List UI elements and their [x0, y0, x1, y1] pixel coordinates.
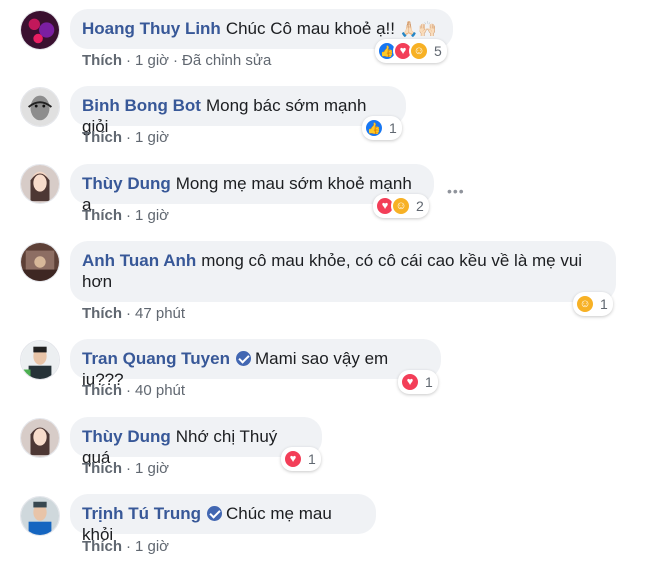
reaction-summary[interactable]: 👍 ♥ ☺ 5 [375, 39, 447, 63]
avatar[interactable] [20, 164, 60, 204]
reaction-summary[interactable]: ♥ ☺ 2 [373, 194, 429, 218]
verified-badge-icon [235, 351, 251, 366]
reaction-summary[interactable]: ☺ 1 [573, 292, 613, 316]
love-reaction-icon: ♥ [283, 449, 303, 469]
reaction-count: 1 [389, 120, 397, 136]
like-link[interactable]: Thích [82, 460, 122, 477]
reaction-count: 1 [425, 374, 433, 390]
comment-meta: Thích · 1 giờ [82, 207, 170, 224]
comment-meta: Thích · 47 phút [82, 305, 186, 322]
avatar[interactable] [20, 242, 60, 282]
comment-author[interactable]: Thùy Dung [82, 427, 171, 446]
like-link[interactable]: Thích [82, 129, 122, 146]
like-link[interactable]: Thích [82, 305, 122, 322]
avatar[interactable] [20, 340, 60, 380]
care-reaction-icon: ☺ [575, 294, 595, 314]
avatar[interactable] [20, 418, 60, 458]
like-reaction-icon: 👍 [364, 118, 384, 138]
verified-badge-icon [206, 506, 222, 521]
comment-bubble: Anh Tuan Anh mong cô mau khỏe, có cô cái … [70, 241, 616, 302]
like-link[interactable]: Thích [82, 207, 122, 224]
reaction-count: 1 [308, 451, 316, 467]
comment-author[interactable]: Thùy Dung [82, 174, 171, 193]
avatar[interactable] [20, 10, 60, 50]
reaction-summary[interactable]: ♥ 1 [398, 370, 438, 394]
comment-time[interactable]: 1 giờ [135, 460, 169, 477]
comment-meta: Thích · 1 giờ [82, 129, 170, 146]
comment-time[interactable]: 1 giờ [135, 52, 169, 69]
more-options-icon[interactable]: ••• [447, 183, 465, 199]
comment-author[interactable]: Tran Quang Tuyen [82, 349, 230, 368]
care-reaction-icon: ☺ [391, 196, 411, 216]
care-reaction-icon: ☺ [409, 41, 429, 61]
reaction-count: 1 [600, 296, 608, 312]
comment-text: Chúc Cô mau khoẻ ạ!! [225, 19, 395, 38]
reaction-count: 2 [416, 198, 424, 214]
comment-author[interactable]: Hoang Thuy Linh [82, 19, 221, 38]
comment-time[interactable]: 40 phút [135, 382, 185, 399]
avatar[interactable] [20, 87, 60, 127]
reaction-summary[interactable]: ♥ 1 [281, 447, 321, 471]
comment-author[interactable]: Binh Bong Bot [82, 96, 201, 115]
reaction-summary[interactable]: 👍 1 [362, 116, 402, 140]
comment-bubble: Trịnh Tú Trung Chúc mẹ mau khỏi [70, 494, 376, 544]
comment-meta: Thích · 1 giờ · Đã chỉnh sửa [82, 52, 272, 69]
comment-author[interactable]: Anh Tuan Anh [82, 251, 196, 270]
comment-bubble: Tran Quang Tuyen Mami sao vậy em iu??? [70, 339, 441, 389]
reaction-count: 5 [434, 43, 442, 59]
edited-label[interactable]: Đã chỉnh sửa [182, 52, 271, 69]
comment-author[interactable]: Trịnh Tú Trung [82, 504, 201, 523]
comment-meta: Thích · 40 phút [82, 382, 186, 399]
comment-meta: Thích · 1 giờ [82, 538, 170, 555]
comment-time[interactable]: 1 giờ [135, 129, 169, 146]
like-link[interactable]: Thích [82, 382, 122, 399]
like-link[interactable]: Thích [82, 538, 122, 555]
comment-time[interactable]: 1 giờ [135, 538, 169, 555]
avatar[interactable] [20, 496, 60, 536]
love-reaction-icon: ♥ [400, 372, 420, 392]
comment-emoji: 🙏🏻🙌🏻 [399, 21, 438, 38]
comment-bubble: Binh Bong Bot Mong bác sớm mạnh giỏi [70, 86, 406, 136]
comment-time[interactable]: 47 phút [135, 305, 185, 322]
comment-meta: Thích · 1 giờ [82, 460, 170, 477]
like-link[interactable]: Thích [82, 52, 122, 69]
comment-time[interactable]: 1 giờ [135, 207, 169, 224]
